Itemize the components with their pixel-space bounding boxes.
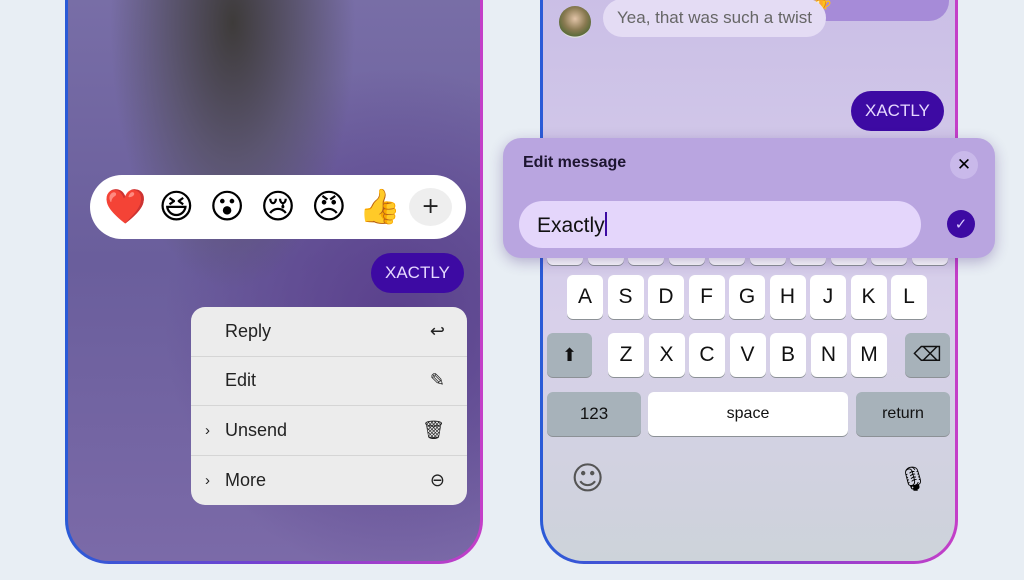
checkmark-icon[interactable]: ✓ — [947, 210, 975, 238]
left-phone: ❤️ 😆 😮 😢 😠 👍 + XACTLY Reply ↩ Edit ✎ › Unsend 🗑 › More… — [65, 0, 483, 564]
shift-icon[interactable]: ⬆ — [547, 333, 592, 377]
emoji-icon[interactable]: ☺ — [571, 459, 604, 497]
key-z[interactable]: Z — [608, 333, 644, 377]
key-d[interactable]: D — [648, 275, 684, 319]
menu-item-label: Edit — [225, 370, 257, 391]
key-m[interactable]: M — [851, 333, 887, 377]
key-n[interactable]: N — [810, 333, 847, 377]
key-b[interactable]: B — [770, 333, 806, 377]
key-l[interactable]: L — [891, 275, 927, 319]
key-g[interactable]: G — [729, 275, 765, 319]
minus-circle-icon: ⊖ — [429, 469, 445, 491]
menu-item-label: Unsend — [225, 419, 288, 440]
return-key[interactable]: return — [856, 392, 950, 436]
key-x[interactable]: X — [648, 333, 685, 377]
pencil-icon: ✎ — [429, 370, 445, 392]
heart-reaction[interactable]: ❤️ — [104, 187, 147, 227]
close-icon[interactable]: ✕ — [950, 151, 978, 179]
key-j[interactable]: J — [810, 275, 846, 319]
thumbs-up-reaction[interactable]: 👍 — [358, 187, 401, 227]
menu-item-label: Reply — [225, 320, 272, 341]
key-k[interactable]: K — [850, 275, 887, 319]
text-caret — [604, 212, 607, 236]
backspace-icon[interactable]: ⌫ — [905, 333, 950, 377]
reply-icon: ↩ — [429, 320, 445, 342]
space-key[interactable]: space — [648, 392, 848, 436]
key-h[interactable]: H — [769, 275, 806, 319]
crying-reaction[interactable]: 😢 — [257, 187, 300, 227]
microphone-icon[interactable]: 🎙 — [898, 465, 928, 493]
edit-message-panel: Edit message ✕ Exactly ✓ — [503, 138, 995, 258]
right-screen: ending 🏆 Yea, that was such a twist XACT… — [543, 0, 955, 561]
edit-title: Edit message — [523, 154, 627, 171]
laughing-reaction[interactable]: 😆 — [155, 187, 198, 227]
numbers-key[interactable]: 123 — [547, 392, 641, 436]
key-s[interactable]: S — [607, 275, 644, 319]
right-phone: ending 🏆 Yea, that was such a twist XACT… — [540, 0, 958, 564]
key-a[interactable]: A — [567, 275, 603, 319]
keyboard: QWERTYUIOPASDFGHJKL⬆ZXCVBNM⌫123spaceretu… — [543, 221, 955, 531]
key-f[interactable]: F — [688, 275, 725, 319]
received-message: Yea, that was such a twist — [603, 0, 826, 37]
context-menu: Reply ↩ Edit ✎ › Unsend 🗑 › More ⊖ — [191, 307, 467, 505]
menu-item-reply[interactable]: Reply ↩ — [191, 307, 467, 357]
menu-item-more[interactable]: › More ⊖ — [191, 456, 467, 506]
key-v[interactable]: V — [729, 333, 766, 377]
menu-item-label: More — [225, 469, 267, 490]
avatar — [559, 6, 591, 38]
reaction-bar: ❤️ 😆 😮 😢 😠 👍 + — [90, 175, 466, 239]
trash-icon: 🗑 — [422, 419, 445, 441]
sent-message: XACTLY — [851, 91, 944, 131]
plus-icon[interactable]: + — [409, 188, 453, 226]
angry-reaction[interactable]: 😠 — [307, 187, 350, 227]
chevron-right-icon: › — [205, 471, 210, 489]
menu-item-unsend[interactable]: › Unsend 🗑 — [191, 406, 467, 456]
edit-input-value: Exactly — [537, 214, 605, 237]
key-c[interactable]: C — [689, 333, 725, 377]
menu-item-edit[interactable]: Edit ✎ — [191, 357, 467, 406]
chevron-right-icon: › — [205, 421, 210, 439]
sent-message[interactable]: XACTLY — [371, 253, 464, 293]
surprised-reaction[interactable]: 😮 — [206, 187, 249, 227]
edit-input[interactable]: Exactly — [519, 201, 921, 248]
left-screen: ❤️ 😆 😮 😢 😠 👍 + XACTLY Reply ↩ Edit ✎ › Unsend 🗑 › More… — [68, 0, 480, 561]
